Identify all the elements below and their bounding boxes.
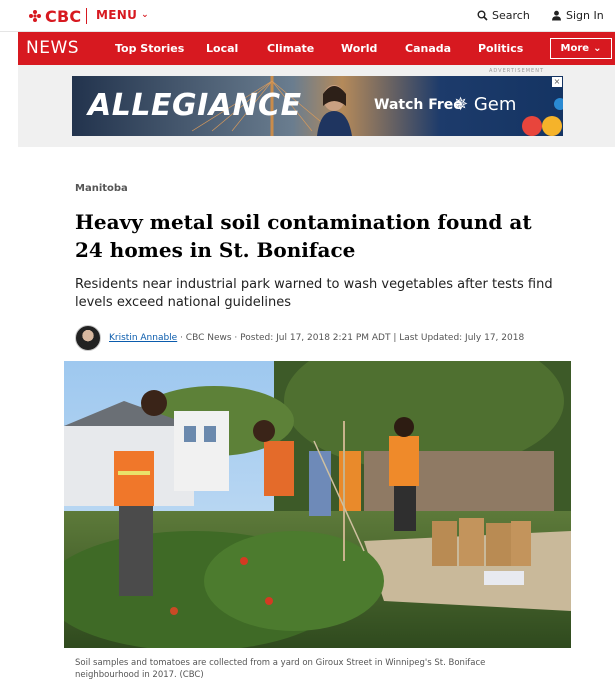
author-link[interactable]: Kristin Annable (109, 333, 177, 343)
article-deck: Residents near industrial park warned to… (75, 277, 553, 310)
search-icon (477, 10, 488, 21)
search-label: Search (492, 9, 530, 22)
byline-meta: · CBC News · Posted: Jul 17, 2018 2:21 P… (177, 333, 525, 343)
byline-text: Kristin Annable · CBC News · Posted: Jul… (109, 333, 524, 343)
ad-brand: ✵ Gem (453, 94, 516, 115)
nav-item-world[interactable]: World (341, 42, 377, 55)
main-nav: NEWS Top Stories Local Climate World Can… (18, 32, 615, 65)
cbc-logo[interactable]: CBC (28, 6, 81, 26)
nav-item-local[interactable]: Local (206, 42, 238, 55)
byline: Kristin Annable · CBC News · Posted: Jul… (75, 325, 524, 351)
article-headline: Heavy metal soil contamination found at … (75, 210, 532, 262)
chevron-down-icon: ⌄ (141, 9, 149, 20)
top-bar: CBC MENU ⌄ Search Sign In (0, 0, 615, 32)
author-avatar (75, 325, 101, 351)
more-label: More (560, 43, 590, 54)
ad-banner[interactable]: ALLEGIANCE Watch Free ✵ Gem × (72, 76, 563, 136)
nav-more-button[interactable]: More ⌄ (550, 38, 612, 59)
nav-item-canada[interactable]: Canada (405, 42, 451, 55)
nav-item-climate[interactable]: Climate (267, 42, 314, 55)
menu-label: MENU (96, 8, 138, 22)
photo-caption: Soil samples and tomatoes are collected … (75, 658, 486, 680)
cbc-gem-icon (28, 9, 42, 23)
ad-brand-label: Gem (473, 94, 517, 115)
sign-in-button[interactable]: Sign In (551, 9, 604, 22)
ad-label: ADVERTISEMENT (489, 68, 545, 74)
article-photo (64, 361, 571, 648)
nav-item-politics[interactable]: Politics (478, 42, 523, 55)
user-icon (552, 10, 561, 21)
chevron-down-icon: ⌄ (593, 43, 602, 54)
gem-icon: ✵ (453, 94, 469, 115)
section-label[interactable]: Manitoba (75, 183, 128, 194)
logo-text: CBC (45, 6, 82, 26)
logo-divider (86, 8, 87, 24)
ad-title: ALLEGIANCE (88, 88, 302, 123)
nav-item-top-stories[interactable]: Top Stories (115, 42, 184, 55)
ad-watch-text: Watch Free (374, 97, 463, 113)
menu-button[interactable]: MENU ⌄ (96, 8, 149, 22)
sign-in-label: Sign In (566, 9, 604, 22)
nav-section-title[interactable]: NEWS (26, 38, 79, 58)
ad-close-icon[interactable]: × (552, 77, 562, 87)
search-button[interactable]: Search (477, 9, 530, 22)
